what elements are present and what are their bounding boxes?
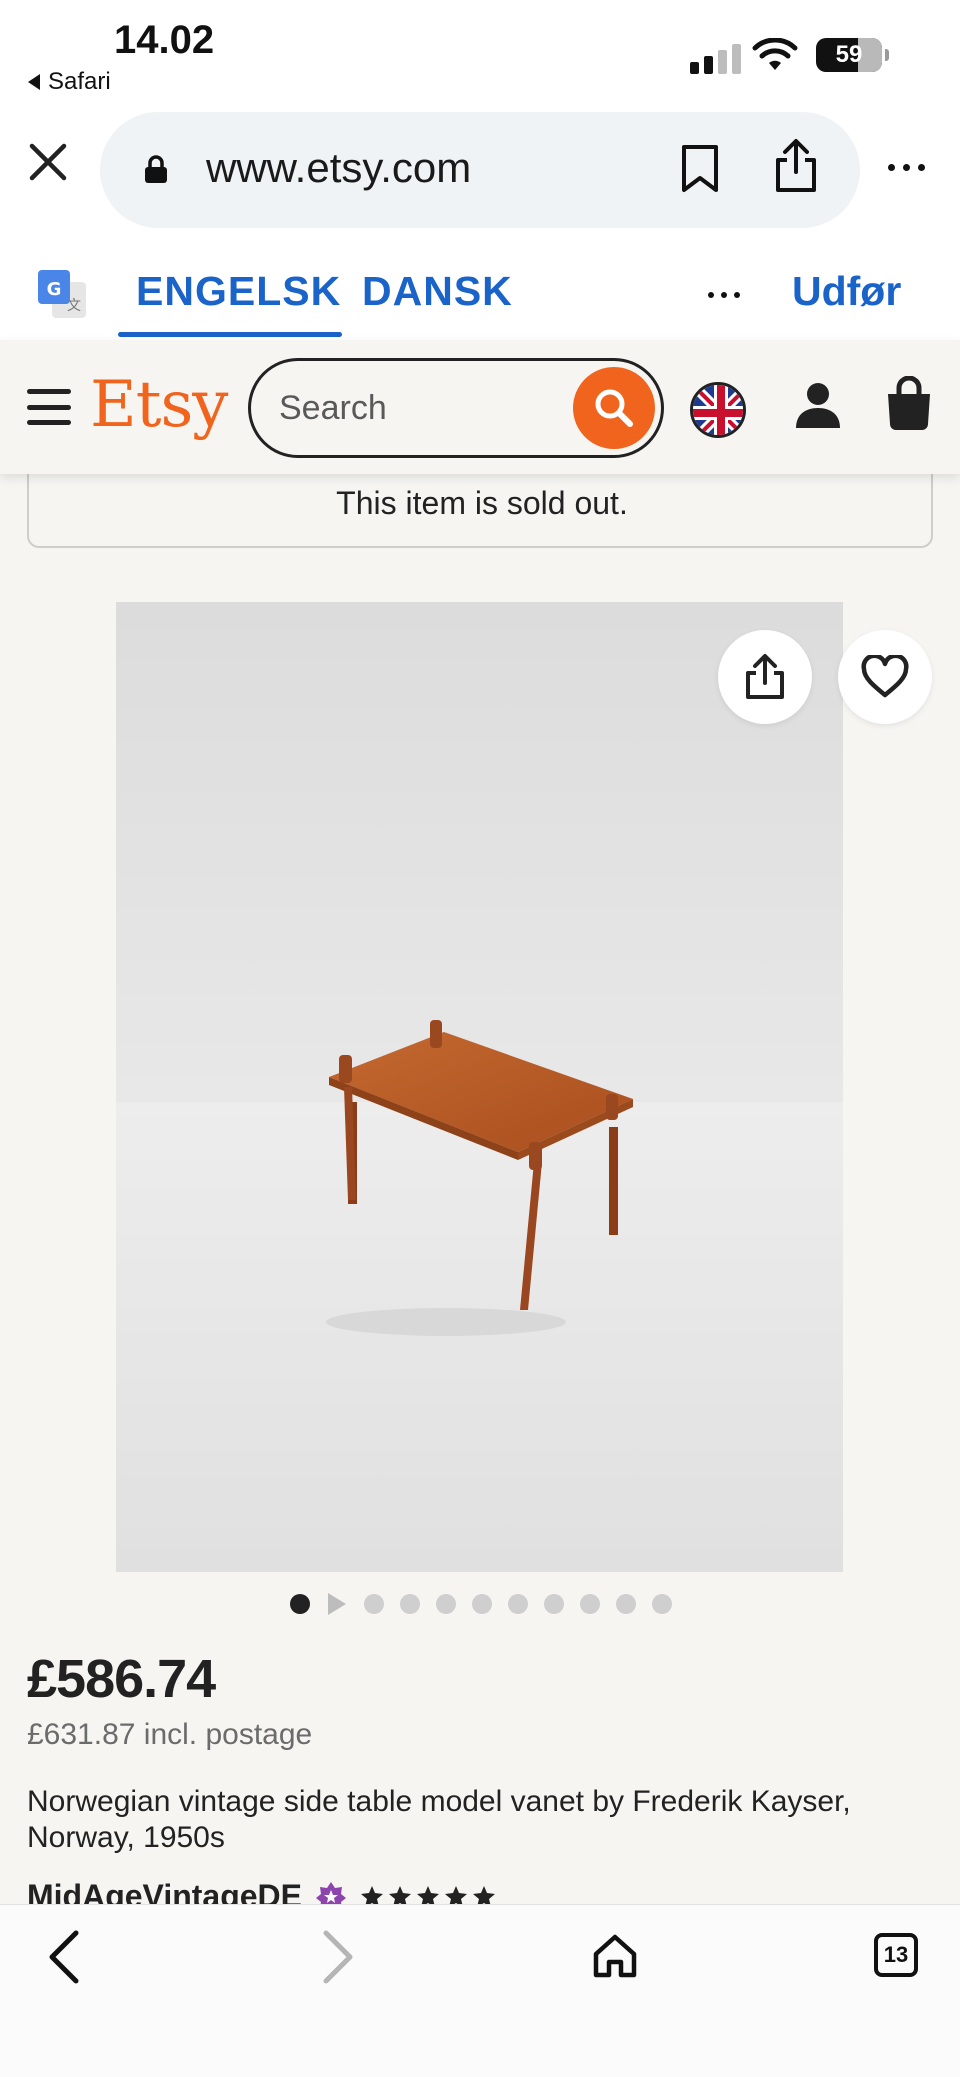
share-listing-button[interactable] (718, 630, 812, 724)
sold-out-banner: This item is sold out. (27, 474, 933, 548)
price-incl-postage: £631.87 incl. postage (27, 1718, 313, 1751)
shop-name-link[interactable]: MidAgeVintageDE (27, 1878, 302, 1904)
forward-icon[interactable] (318, 1929, 358, 1985)
listing-photo[interactable] (116, 602, 843, 1572)
google-translate-icon: G 文 (38, 270, 86, 318)
back-triangle-icon (28, 74, 40, 90)
shopping-bag-icon[interactable] (884, 376, 934, 432)
star-icon (361, 1885, 383, 1904)
search-icon (595, 389, 633, 427)
carousel-dot[interactable] (400, 1594, 420, 1614)
heart-icon (861, 655, 909, 698)
home-icon[interactable] (592, 1933, 638, 1979)
translate-done-button[interactable]: Udfør (792, 268, 901, 315)
star-icon (473, 1885, 495, 1904)
star-icon (445, 1885, 467, 1904)
listing-title: Norwegian vintage side table model vanet… (27, 1785, 851, 1854)
search-input[interactable] (279, 383, 559, 433)
translate-bar: G 文 ENGELSK DANSK Udfør (0, 240, 960, 340)
etsy-logo[interactable]: Etsy (90, 368, 228, 442)
back-app-label: Safari (48, 68, 111, 95)
favorite-button[interactable] (838, 630, 932, 724)
svg-text:G: G (47, 279, 62, 300)
browser-toolbar: 13 (0, 1904, 960, 2077)
star-icon (417, 1885, 439, 1904)
rating-stars (360, 1885, 496, 1904)
tab-language-english[interactable]: ENGELSK (136, 268, 341, 315)
carousel-dot[interactable] (290, 1594, 310, 1614)
sold-out-message: This item is sold out. (336, 485, 628, 521)
url-text[interactable]: www.etsy.com (206, 144, 471, 192)
tabs-button[interactable]: 13 (874, 1933, 918, 1977)
search-box (248, 358, 664, 458)
listing-page: This item is sold out. £586.74 £631.87 i… (0, 474, 960, 1904)
carousel-dot[interactable] (436, 1594, 456, 1614)
listing-price: £586.74 (27, 1649, 216, 1709)
carousel-dot[interactable] (472, 1594, 492, 1614)
video-play-icon[interactable] (328, 1593, 346, 1615)
etsy-header: Etsy (0, 340, 960, 474)
search-button[interactable] (573, 367, 655, 449)
star-seller-badge-icon (316, 1881, 346, 1904)
back-to-app-link[interactable]: Safari (28, 68, 111, 96)
shop-info: MidAgeVintageDE (27, 1878, 496, 1904)
user-account-icon[interactable] (794, 380, 842, 432)
browser-address-row: www.etsy.com (0, 108, 960, 228)
battery-icon: 59 (816, 38, 889, 72)
menu-icon[interactable] (27, 389, 71, 425)
carousel-dot[interactable] (580, 1594, 600, 1614)
tabs-count: 13 (883, 1942, 909, 1967)
status-bar: 14.02 Safari 59 (0, 0, 960, 105)
carousel-dot[interactable] (616, 1594, 636, 1614)
carousel-dot[interactable] (652, 1594, 672, 1614)
image-carousel-indicator[interactable] (290, 1593, 672, 1615)
more-options-icon[interactable] (888, 164, 925, 171)
active-tab-indicator (118, 332, 342, 337)
carousel-dot[interactable] (544, 1594, 564, 1614)
uk-flag-icon[interactable] (690, 382, 746, 438)
share-icon (746, 654, 784, 699)
bookmark-icon[interactable] (680, 144, 720, 194)
lock-icon (145, 155, 167, 183)
back-icon[interactable] (44, 1929, 84, 1985)
translate-more-icon[interactable] (708, 292, 740, 298)
carousel-dot[interactable] (364, 1594, 384, 1614)
clock: 14.02 (114, 18, 215, 62)
svg-text:文: 文 (67, 298, 81, 314)
share-icon[interactable] (772, 138, 820, 194)
tab-language-danish[interactable]: DANSK (362, 268, 513, 315)
carousel-dot[interactable] (508, 1594, 528, 1614)
star-icon (389, 1885, 411, 1904)
wifi-icon (752, 38, 798, 70)
battery-level: 59 (835, 41, 863, 68)
close-icon[interactable] (28, 142, 68, 182)
cellular-signal-icon (690, 44, 741, 74)
